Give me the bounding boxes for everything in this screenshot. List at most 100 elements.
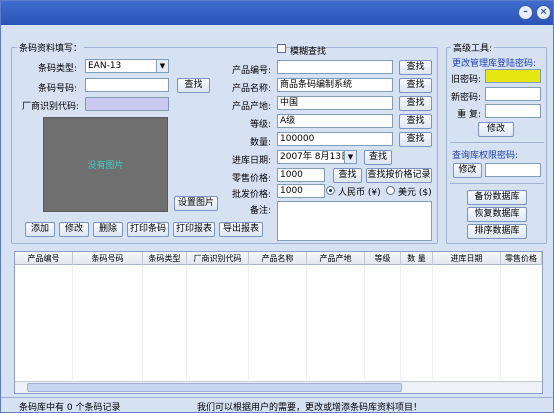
vendor-code-label: 厂商识别代码: [21, 102, 79, 112]
quantity-input[interactable]: 100000 [277, 132, 393, 146]
old-password-input[interactable] [485, 69, 541, 83]
barcode-type-select[interactable]: EAN-13 ▼ [85, 59, 169, 73]
product-origin-input[interactable]: 中国 [277, 96, 393, 110]
query-pwd-title: 查询库权限密码: [452, 151, 519, 161]
currency-rmb-radio[interactable] [326, 186, 335, 195]
main-window: – × 条码资料填写： 条码类型: EAN-13 ▼ 条码号码: 查找 厂商识别… [0, 0, 554, 413]
find-by-price-button[interactable]: 查找按价格记录 [366, 168, 432, 183]
barcode-type-value: EAN-13 [88, 61, 122, 71]
photo-placeholder-text: 没有图片 [87, 161, 124, 171]
records-table[interactable]: 产品编号 条码号码 条码类型 厂商识别代码 产品名称 产品产地 等级 数 量 进… [14, 251, 543, 394]
new-password-input[interactable] [485, 87, 541, 101]
column-header[interactable]: 数 量 [401, 252, 433, 265]
add-button[interactable]: 添加 [25, 222, 55, 237]
product-name-label: 产品名称: [231, 84, 271, 94]
grade-find-button[interactable]: 查找 [399, 114, 432, 129]
minimize-button[interactable]: – [518, 5, 533, 20]
barcode-type-label: 条码类型: [37, 64, 77, 74]
column-body [15, 265, 73, 380]
table-header: 产品编号 条码号码 条码类型 厂商识别代码 产品名称 产品产地 等级 数 量 进… [15, 252, 542, 265]
advanced-tools-title: 高级工具: [451, 41, 495, 54]
column-header[interactable]: 条码号码 [73, 252, 143, 265]
column-body [73, 265, 143, 380]
delete-button[interactable]: 删除 [93, 222, 123, 237]
column-header[interactable]: 进库日期 [433, 252, 501, 265]
barcode-find-button[interactable]: 查找 [177, 78, 210, 93]
print-barcode-button[interactable]: 打印条码 [127, 222, 169, 237]
product-origin-label: 产品产地: [231, 102, 271, 112]
stock-date-value: 2007年 8月13日 [280, 152, 350, 162]
column-body [433, 265, 501, 380]
column-header[interactable]: 条码类型 [143, 252, 187, 265]
status-message: 我们可以根据用户的需要，更改或增添条码库资料项目！ [197, 403, 423, 413]
column-body [187, 265, 249, 380]
column-header[interactable]: 产品产地 [307, 252, 365, 265]
chevron-down-icon[interactable]: ▼ [344, 151, 356, 163]
change-admin-pwd-title: 更改管理库登陆密码: [452, 59, 537, 69]
barcode-number-label: 条码号码: [37, 84, 77, 94]
wholesale-price-input[interactable]: 1000 [277, 184, 325, 198]
note-textarea[interactable] [277, 201, 432, 241]
query-password-input[interactable] [485, 163, 541, 177]
set-photo-button[interactable]: 设置图片 [174, 196, 218, 211]
query-pwd-edit-button[interactable]: 修改 [453, 163, 482, 178]
edit-button[interactable]: 修改 [59, 222, 89, 237]
retail-price-label: 零售价格: [231, 174, 271, 184]
currency-rmb-label: 人民币 (¥) [338, 188, 381, 198]
quantity-find-button[interactable]: 查找 [399, 132, 432, 147]
column-header[interactable]: 厂商识别代码 [187, 252, 249, 265]
product-origin-find-button[interactable]: 查找 [399, 96, 432, 111]
repeat-password-label: 重 复: [457, 110, 481, 120]
column-header[interactable]: 等级 [365, 252, 401, 265]
scrollbar-thumb[interactable] [27, 383, 402, 392]
quantity-label: 数量: [249, 138, 271, 148]
new-password-label: 新密码: [450, 93, 481, 103]
stock-date-label: 进库日期: [231, 156, 271, 166]
export-report-button[interactable]: 导出报表 [219, 222, 263, 237]
product-code-label: 产品编号: [231, 66, 271, 76]
fuzzy-search-label: 模糊查找 [290, 47, 327, 57]
barcode-number-input[interactable] [85, 78, 169, 92]
currency-usd-label: 美元 ($) [398, 188, 432, 198]
column-body [249, 265, 307, 380]
old-password-label: 旧密码: [450, 75, 481, 85]
wholesale-price-label: 批发价格: [231, 190, 271, 200]
currency-usd-radio[interactable] [386, 186, 395, 195]
vendor-code-input[interactable] [85, 97, 169, 111]
backup-db-button[interactable]: 备份数据库 [467, 190, 527, 205]
column-body [401, 265, 433, 380]
close-button[interactable]: × [536, 5, 551, 20]
grade-input[interactable]: A级 [277, 114, 393, 128]
barcode-group-title: 条码资料填写： [17, 41, 85, 54]
record-count-text: 条码库中有 0 个条码记录 [19, 403, 121, 413]
column-body [143, 265, 187, 380]
print-report-button[interactable]: 打印报表 [173, 222, 215, 237]
title-bar: – × [1, 1, 553, 25]
sort-db-button[interactable]: 排序数据库 [467, 224, 527, 239]
grade-label: 等级: [249, 120, 271, 130]
divider [450, 142, 544, 143]
restore-db-button[interactable]: 恢复数据库 [467, 207, 527, 222]
column-body [307, 265, 365, 380]
date-find-button[interactable]: 查找 [364, 150, 392, 165]
chevron-down-icon[interactable]: ▼ [156, 60, 168, 72]
column-header[interactable]: 零售价格 [501, 252, 542, 265]
column-body [365, 265, 401, 380]
stock-date-picker[interactable]: 2007年 8月13日 ▼ [277, 150, 357, 164]
column-header[interactable]: 产品名称 [249, 252, 307, 265]
note-label: 备注: [249, 206, 271, 216]
column-header[interactable]: 产品编号 [15, 252, 73, 265]
product-code-find-button[interactable]: 查找 [399, 60, 432, 75]
retail-price-input[interactable]: 1000 [277, 168, 325, 182]
divider [450, 183, 544, 184]
product-name-find-button[interactable]: 查找 [399, 78, 432, 93]
product-code-input[interactable] [277, 60, 393, 74]
product-name-input[interactable]: 商品条码编制系统 [277, 78, 393, 92]
product-photo: 没有图片 [43, 117, 168, 212]
change-admin-pwd-button[interactable]: 修改 [478, 122, 514, 137]
price-find-button[interactable]: 查找 [333, 168, 362, 183]
status-bar: 条码库中有 0 个条码记录 我们可以根据用户的需要，更改或增添条码库资料项目！ [1, 397, 553, 413]
repeat-password-input[interactable] [485, 104, 541, 118]
fuzzy-search-checkbox[interactable] [277, 44, 286, 53]
horizontal-scrollbar[interactable] [15, 381, 542, 393]
